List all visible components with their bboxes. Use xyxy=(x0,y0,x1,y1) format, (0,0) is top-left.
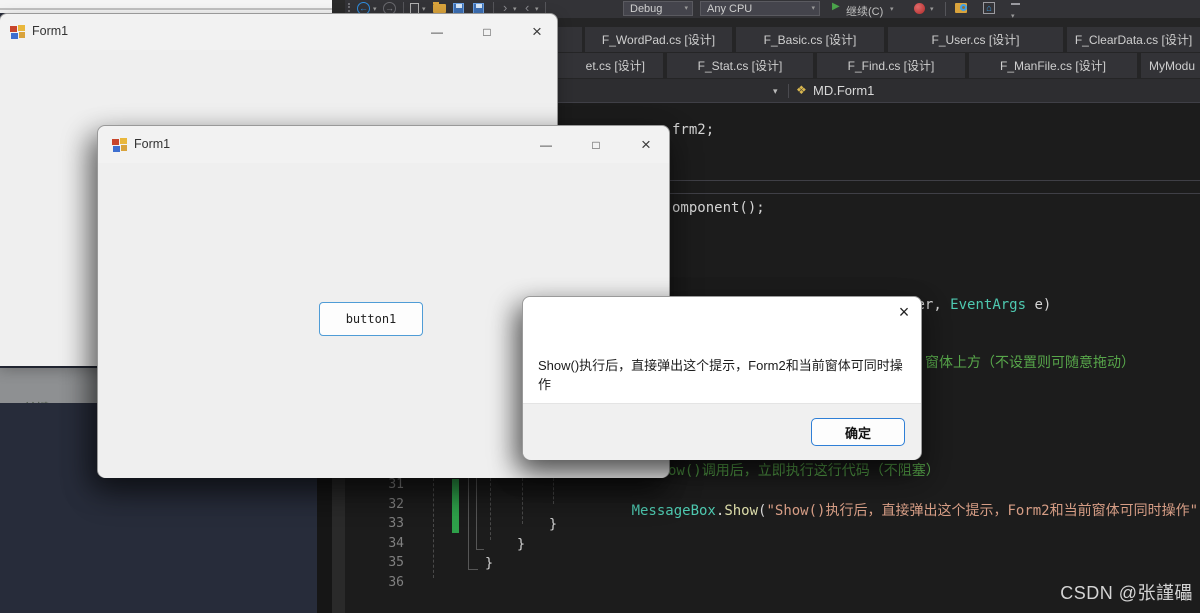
closing-brace: } xyxy=(549,516,558,532)
platform-label: Any CPU xyxy=(707,2,753,15)
tab-label: F_ClearData.cs [设计] xyxy=(1074,33,1193,47)
breadcrumb-class-name[interactable]: MD.Form1 xyxy=(813,83,874,98)
code-comment-topmost: 窗体上方（不设置则可随意拖动） xyxy=(925,355,1135,371)
breakpoint-icon[interactable] xyxy=(914,3,925,14)
code-token: e) xyxy=(1026,297,1052,313)
snippet-line-comment: // 关键: Show xyxy=(0,402,98,403)
background-window-top-edge xyxy=(0,0,332,13)
tab-label: F_ManFile.cs [设计] xyxy=(999,59,1107,73)
line-number: 36 xyxy=(388,575,404,590)
debug-configuration-label: Debug xyxy=(630,2,663,15)
line-number: 31 xyxy=(388,477,404,492)
code-frag-frm2: frm2; xyxy=(672,122,715,138)
code-token-type: EventArgs xyxy=(950,297,1027,313)
messagebox-message: Show()执行后，直接弹出这个提示，Form2和当前窗体可同时操作 xyxy=(538,358,903,392)
tab-label: F_Basic.cs [设计] xyxy=(763,33,857,47)
tab-f-stat[interactable]: F_Stat.cs [设计] xyxy=(667,53,813,78)
line-number: 35 xyxy=(388,555,404,570)
line-number: 34 xyxy=(388,536,404,551)
debug-configuration-dropdown[interactable]: Debug ▾ xyxy=(623,1,693,16)
line-number: 32 xyxy=(388,497,404,512)
form1-front-title: Form1 xyxy=(134,137,171,151)
winforms-app-icon xyxy=(10,25,26,39)
line-number: 33 xyxy=(388,516,404,531)
indent-guide xyxy=(433,478,434,578)
code-token-type: MessageBox xyxy=(631,503,716,519)
code-comment-show: ow()调用后，立即执行这行代码（不阻塞） xyxy=(668,463,940,479)
code-frag-initializecomponent: omponent(); xyxy=(672,200,765,216)
open-folder-icon[interactable] xyxy=(433,2,446,13)
messagebox-dialog[interactable]: × Show()执行后，直接弹出这个提示，Form2和当前窗体可同时操作 确定 xyxy=(522,296,922,460)
button1[interactable]: button1 xyxy=(319,302,423,336)
ok-button[interactable]: 确定 xyxy=(811,418,905,446)
background-window-border xyxy=(0,8,332,10)
indent-guide xyxy=(553,478,554,504)
save-slot xyxy=(456,4,462,8)
platform-dropdown[interactable]: Any CPU ▾ xyxy=(700,1,820,16)
continue-button[interactable]: 继续(C) xyxy=(846,3,883,19)
platform-caret: ▾ xyxy=(811,4,815,12)
tab-f-find[interactable]: F_Find.cs [设计] xyxy=(817,53,965,78)
navbar-divider xyxy=(788,84,789,98)
indent-guide xyxy=(522,478,523,524)
code-token-string: "Show()执行后，直接弹出这个提示，Form2和当前窗体可同时操作" xyxy=(766,503,1199,519)
minimize-button[interactable]: — xyxy=(424,19,450,45)
watermark: CSDN @张謹礧 xyxy=(1060,583,1193,603)
navbar-dropdown-caret[interactable]: ▾ xyxy=(773,86,778,97)
winforms-app-icon xyxy=(112,138,128,152)
toolbar-separator xyxy=(945,2,946,16)
tab-f-wordpad[interactable]: F_WordPad.cs [设计] xyxy=(585,27,732,52)
tab-f-manfile[interactable]: F_ManFile.cs [设计] xyxy=(969,53,1137,78)
tab-f-basic[interactable]: F_Basic.cs [设计] xyxy=(736,27,884,52)
overflow-bar xyxy=(1011,3,1020,5)
folder-flap xyxy=(433,2,439,4)
save-all-slot xyxy=(476,4,482,8)
tab-label: et.cs [设计] xyxy=(585,59,645,73)
minimize-button[interactable]: — xyxy=(533,132,559,158)
messagebox-footer: 确定 xyxy=(523,403,921,460)
tab-label: F_Find.cs [设计] xyxy=(847,59,935,73)
code-line-31: MessageBox.Show("Show()执行后，直接弹出这个提示，Form… xyxy=(581,483,1200,540)
form1-back-titlebar[interactable]: Form1 — □ × xyxy=(0,14,557,50)
tab-f-user[interactable]: F_User.cs [设计] xyxy=(888,27,1063,52)
background-code-snippet: // 关键: Show MessageBox.S xyxy=(0,368,98,403)
screenshot-root: ← ▾ → ▾ › ▾ ‹ ▾ Debug ▾ Any CPU ▾ ▶ 继续(C… xyxy=(0,0,1200,613)
maximize-button[interactable]: □ xyxy=(583,132,609,158)
continue-play-icon[interactable]: ▶ xyxy=(832,1,840,12)
change-tracking-bar xyxy=(452,479,459,533)
closing-brace: } xyxy=(517,536,526,552)
debug-caret: ▾ xyxy=(684,4,688,12)
close-button[interactable]: × xyxy=(524,19,550,45)
breakpoint-caret[interactable]: ▾ xyxy=(930,6,934,14)
find-in-files-icon[interactable] xyxy=(955,3,967,13)
tab-label: MyModu xyxy=(1149,58,1196,73)
code-token-method: Show xyxy=(724,503,759,519)
scope-bracket xyxy=(476,478,484,550)
continue-caret[interactable]: ▾ xyxy=(890,6,894,14)
tab-label: F_User.cs [设计] xyxy=(931,33,1020,47)
maximize-button[interactable]: □ xyxy=(474,19,500,45)
tab-f-cleardata[interactable]: F_ClearData.cs [设计] xyxy=(1067,27,1200,52)
form1-back-title: Form1 xyxy=(32,24,69,38)
close-button[interactable]: × xyxy=(633,132,659,158)
class-icon: ❖ xyxy=(796,83,807,97)
tab-label: F_Stat.cs [设计] xyxy=(697,59,783,73)
indent-guide xyxy=(490,478,491,540)
tab-mymodule[interactable]: MyModu xyxy=(1141,53,1200,78)
messagebox-titlebar[interactable]: × xyxy=(523,297,921,333)
home-glyph: ⌂ xyxy=(986,2,992,13)
form1-front-titlebar[interactable]: Form1 — □ × xyxy=(98,126,669,163)
tab-label: F_WordPad.cs [设计] xyxy=(601,33,716,47)
close-button[interactable]: × xyxy=(891,299,917,325)
closing-brace: } xyxy=(485,555,494,571)
solution-home-icon[interactable]: ⌂ xyxy=(983,2,995,14)
magnifier-ring xyxy=(960,4,967,11)
